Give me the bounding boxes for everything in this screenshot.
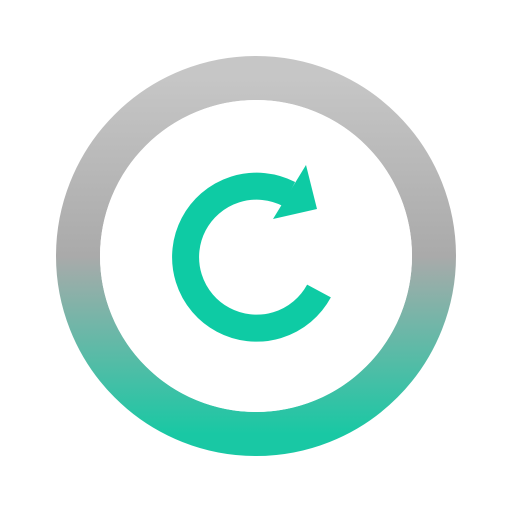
inner-disc bbox=[100, 100, 412, 412]
app-icon-canvas bbox=[0, 0, 512, 512]
refresh-icon[interactable] bbox=[0, 0, 512, 512]
